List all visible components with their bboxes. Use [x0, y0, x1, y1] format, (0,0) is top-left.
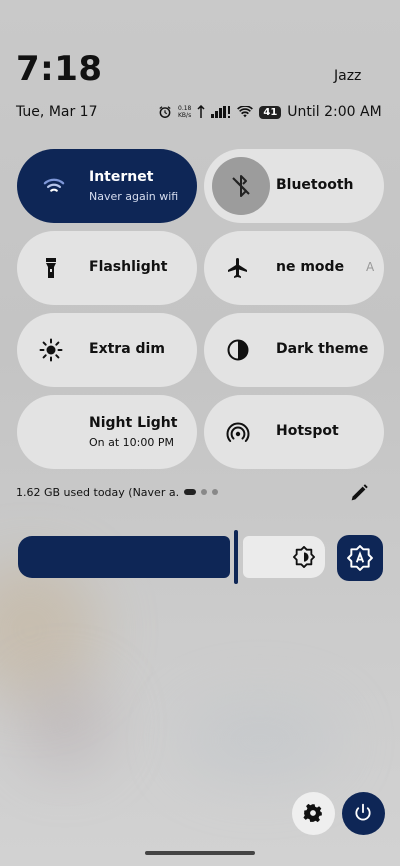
brightness-low-icon [293, 546, 315, 568]
clock-time[interactable]: 7:18 [16, 52, 103, 86]
gear-icon [303, 803, 322, 823]
power-icon [355, 803, 371, 821]
network-speed-value: 0.18 [178, 105, 192, 112]
status-icons: 0.18 KB/s 41 Until 2:00 AM [158, 104, 382, 120]
tile-flashlight[interactable]: Flashlight [17, 231, 197, 305]
power-button[interactable] [342, 792, 385, 835]
home-gesture-bar[interactable] [145, 851, 255, 855]
tile-sublabel: On at 10:00 PM [89, 436, 174, 449]
tile-airplane-mode[interactable]: ne mode A [204, 231, 384, 305]
tile-night-light[interactable]: Night Light On at 10:00 PM [17, 395, 197, 469]
tile-label: Night Light [89, 415, 178, 431]
tile-label-scroll-fragment: A [366, 260, 375, 274]
page-dot [201, 489, 207, 495]
tile-label: ne mode [276, 259, 345, 275]
tile-label: Bluetooth [276, 177, 354, 193]
tile-label: Dark theme [276, 341, 369, 357]
page-dot [212, 489, 218, 495]
signal-icon [211, 106, 231, 118]
date-text[interactable]: Tue, Mar 17 [16, 104, 98, 120]
data-usage-text[interactable]: 1.62 GB used today (Naver a. [16, 486, 179, 499]
flashlight-icon [46, 258, 56, 278]
carrier-name: Jazz [334, 68, 362, 84]
battery-indicator: 41 [259, 105, 282, 119]
dark-theme-icon [227, 339, 249, 361]
tile-label: Extra dim [89, 341, 165, 357]
brightness-slider-handle[interactable] [234, 530, 238, 584]
wifi-icon [43, 178, 65, 192]
page-dot-active [184, 489, 196, 495]
settings-button[interactable] [292, 792, 335, 835]
airplane-icon [228, 258, 247, 278]
auto-brightness-icon [347, 545, 373, 571]
tile-internet[interactable]: Internet Naver again wifi [17, 149, 197, 223]
alarm-icon [159, 106, 171, 118]
network-speed: 0.18 KB/s [178, 105, 191, 119]
tile-extra-dim[interactable]: Extra dim [17, 313, 197, 387]
page-indicator [184, 489, 218, 495]
auto-brightness-button[interactable] [337, 535, 383, 581]
tile-hotspot[interactable]: Hotspot [204, 395, 384, 469]
tile-sublabel: Naver again wifi [89, 190, 179, 203]
tile-label: Flashlight [89, 259, 168, 275]
brightness-slider-track[interactable] [243, 536, 325, 578]
data-arrows-icon [197, 105, 205, 118]
tile-bluetooth[interactable]: Bluetooth [204, 149, 384, 223]
moon-icon [44, 422, 54, 442]
brightness-slider-fill[interactable] [18, 536, 230, 578]
background-blur [0, 560, 100, 700]
background-blur [20, 680, 110, 770]
brightness-icon [39, 338, 63, 362]
tile-label: Hotspot [276, 423, 339, 439]
network-speed-unit: KB/s [178, 112, 192, 119]
background-blur [180, 700, 340, 780]
tile-label: Internet [89, 169, 154, 185]
hotspot-icon [226, 422, 250, 442]
alarm-until-text: Until 2:00 AM [287, 104, 382, 120]
bluetooth-off-icon [232, 175, 250, 197]
tile-dark-theme[interactable]: Dark theme [204, 313, 384, 387]
edit-pencil-icon[interactable] [348, 482, 370, 504]
wifi-status-icon [237, 106, 254, 118]
